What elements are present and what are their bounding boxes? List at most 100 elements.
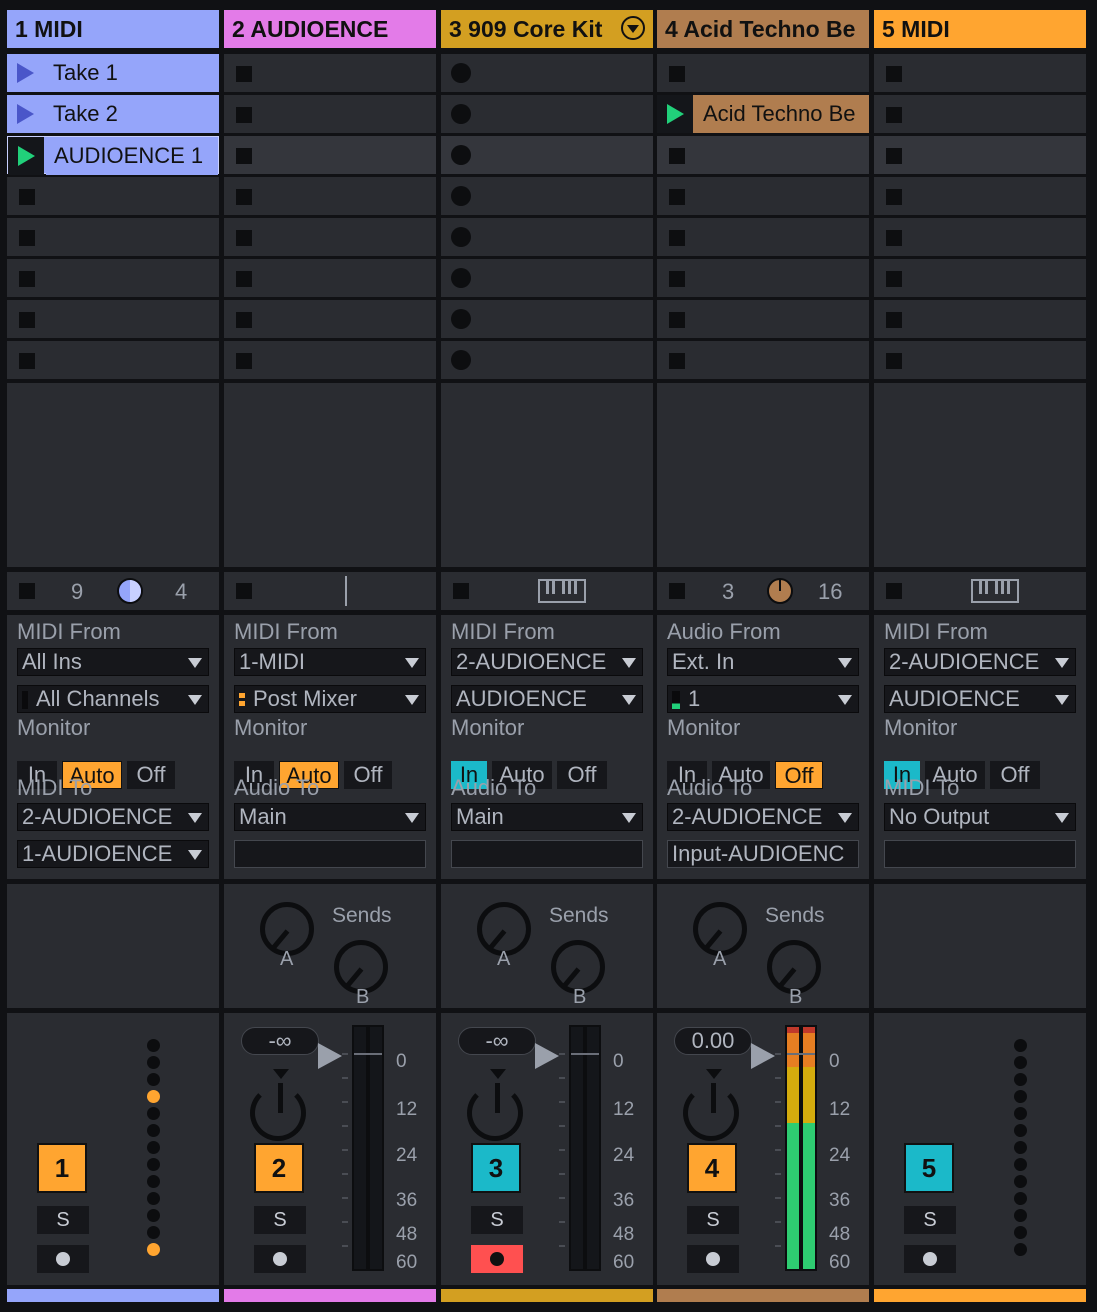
clip-slot[interactable]: Acid Techno Be <box>657 95 869 133</box>
arm-button[interactable] <box>254 1245 306 1273</box>
track-activator-button[interactable]: 5 <box>904 1143 954 1193</box>
track-title[interactable]: 4 Acid Techno Be <box>657 10 869 48</box>
arm-button[interactable] <box>904 1245 956 1273</box>
stop-icon[interactable] <box>886 271 902 287</box>
input-channel-dropdown[interactable]: AUDIOENCE <box>451 685 643 713</box>
stop-icon[interactable] <box>886 107 902 123</box>
volume-field[interactable]: -∞ <box>241 1027 319 1055</box>
monitor-off-button[interactable]: Off <box>557 761 607 789</box>
stop-all-icon[interactable] <box>19 583 35 599</box>
input-type-dropdown[interactable]: 1-MIDI <box>234 648 426 676</box>
clip-slot[interactable] <box>657 54 869 92</box>
track-title[interactable]: 5 MIDI <box>874 10 1086 48</box>
drop-area[interactable] <box>441 383 653 567</box>
drop-area[interactable] <box>874 383 1086 567</box>
clip-slot[interactable]: Take 2 <box>7 95 219 133</box>
output-channel-dropdown[interactable]: 1-AUDIOENCE <box>17 840 209 868</box>
monitor-off-button[interactable]: Off <box>990 761 1040 789</box>
stop-icon[interactable] <box>19 353 35 369</box>
clip-slot[interactable] <box>224 177 436 215</box>
clip-slot[interactable] <box>657 300 869 338</box>
clip-play-icon[interactable] <box>7 54 43 92</box>
stop-icon[interactable] <box>669 148 685 164</box>
solo-button[interactable]: S <box>904 1206 956 1234</box>
stop-icon[interactable] <box>236 148 252 164</box>
clip-slot[interactable]: AUDIOENCE 1 <box>7 136 219 175</box>
stop-icon[interactable] <box>19 271 35 287</box>
clip-slot[interactable] <box>224 300 436 338</box>
track-title[interactable]: 2 AUDIOENCE <box>224 10 436 48</box>
solo-button[interactable]: S <box>254 1206 306 1234</box>
clip-slot[interactable] <box>7 259 219 297</box>
input-type-dropdown[interactable]: 2-AUDIOENCE <box>884 648 1076 676</box>
track-activator-button[interactable]: 3 <box>471 1143 521 1193</box>
clip-slot[interactable] <box>441 54 653 92</box>
output-type-dropdown[interactable]: No Output <box>884 803 1076 831</box>
record-slot-icon[interactable] <box>451 63 471 83</box>
record-slot-icon[interactable] <box>451 268 471 288</box>
stop-icon[interactable] <box>886 189 902 205</box>
track-activator-button[interactable]: 4 <box>687 1143 737 1193</box>
clip-slot[interactable] <box>7 177 219 215</box>
input-channel-dropdown[interactable]: 1 <box>667 685 859 713</box>
stop-icon[interactable] <box>19 230 35 246</box>
clip-slot[interactable] <box>441 177 653 215</box>
stop-icon[interactable] <box>886 353 902 369</box>
track-activator-button[interactable]: 1 <box>37 1143 87 1193</box>
clip-slot[interactable] <box>874 95 1086 133</box>
clip[interactable]: AUDIOENCE 1 <box>7 136 219 175</box>
volume-slider-handle[interactable] <box>318 1043 342 1069</box>
stop-icon[interactable] <box>19 189 35 205</box>
clip-slot[interactable] <box>657 218 869 256</box>
stop-icon[interactable] <box>886 148 902 164</box>
monitor-off-button[interactable]: Off <box>344 761 392 789</box>
stop-icon[interactable] <box>236 230 252 246</box>
stop-icon[interactable] <box>669 271 685 287</box>
track-title[interactable]: 1 MIDI <box>7 10 219 48</box>
stop-icon[interactable] <box>236 271 252 287</box>
track-title[interactable]: 3 909 Core Kit <box>441 10 653 48</box>
clip-slot[interactable] <box>441 95 653 133</box>
output-channel-dropdown[interactable]: Input-AUDIOENC <box>667 840 859 868</box>
clip[interactable]: Take 1 <box>7 54 219 92</box>
stop-icon[interactable] <box>236 189 252 205</box>
clip-slot[interactable] <box>874 136 1086 174</box>
clip-slot[interactable] <box>441 300 653 338</box>
clip-slot[interactable] <box>441 259 653 297</box>
stop-icon[interactable] <box>236 107 252 123</box>
output-type-dropdown[interactable]: Main <box>451 803 643 831</box>
clip-slot[interactable]: Take 1 <box>7 54 219 92</box>
arm-button[interactable] <box>687 1245 739 1273</box>
stop-all-icon[interactable] <box>236 583 252 599</box>
stop-icon[interactable] <box>669 312 685 328</box>
clip-play-icon[interactable] <box>8 137 44 175</box>
monitor-off-button[interactable]: Off <box>127 761 175 789</box>
output-type-dropdown[interactable]: 2-AUDIOENCE <box>17 803 209 831</box>
stop-icon[interactable] <box>886 66 902 82</box>
stop-icon[interactable] <box>19 312 35 328</box>
clip-slot[interactable] <box>657 259 869 297</box>
input-channel-dropdown[interactable]: Post Mixer <box>234 685 426 713</box>
clip-slot[interactable] <box>874 177 1086 215</box>
track-activator-button[interactable]: 2 <box>254 1143 304 1193</box>
volume-field[interactable]: -∞ <box>458 1027 536 1055</box>
input-type-dropdown[interactable]: 2-AUDIOENCE <box>451 648 643 676</box>
clip-slot[interactable] <box>657 136 869 174</box>
record-slot-icon[interactable] <box>451 309 471 329</box>
input-channel-dropdown[interactable]: AUDIOENCE <box>884 685 1076 713</box>
stop-icon[interactable] <box>669 66 685 82</box>
stop-icon[interactable] <box>669 230 685 246</box>
clip-slot[interactable] <box>874 341 1086 379</box>
clip[interactable]: Acid Techno Be <box>657 95 869 133</box>
record-slot-icon[interactable] <box>451 186 471 206</box>
volume-field[interactable]: 0.00 <box>674 1027 752 1055</box>
stop-icon[interactable] <box>236 312 252 328</box>
stop-all-icon[interactable] <box>453 583 469 599</box>
output-type-dropdown[interactable]: 2-AUDIOENCE <box>667 803 859 831</box>
clip-slot[interactable] <box>7 218 219 256</box>
stop-icon[interactable] <box>886 230 902 246</box>
clip-slot[interactable] <box>441 136 653 174</box>
arm-button[interactable] <box>471 1245 523 1273</box>
record-slot-icon[interactable] <box>451 350 471 370</box>
fold-down-icon[interactable] <box>621 16 645 40</box>
